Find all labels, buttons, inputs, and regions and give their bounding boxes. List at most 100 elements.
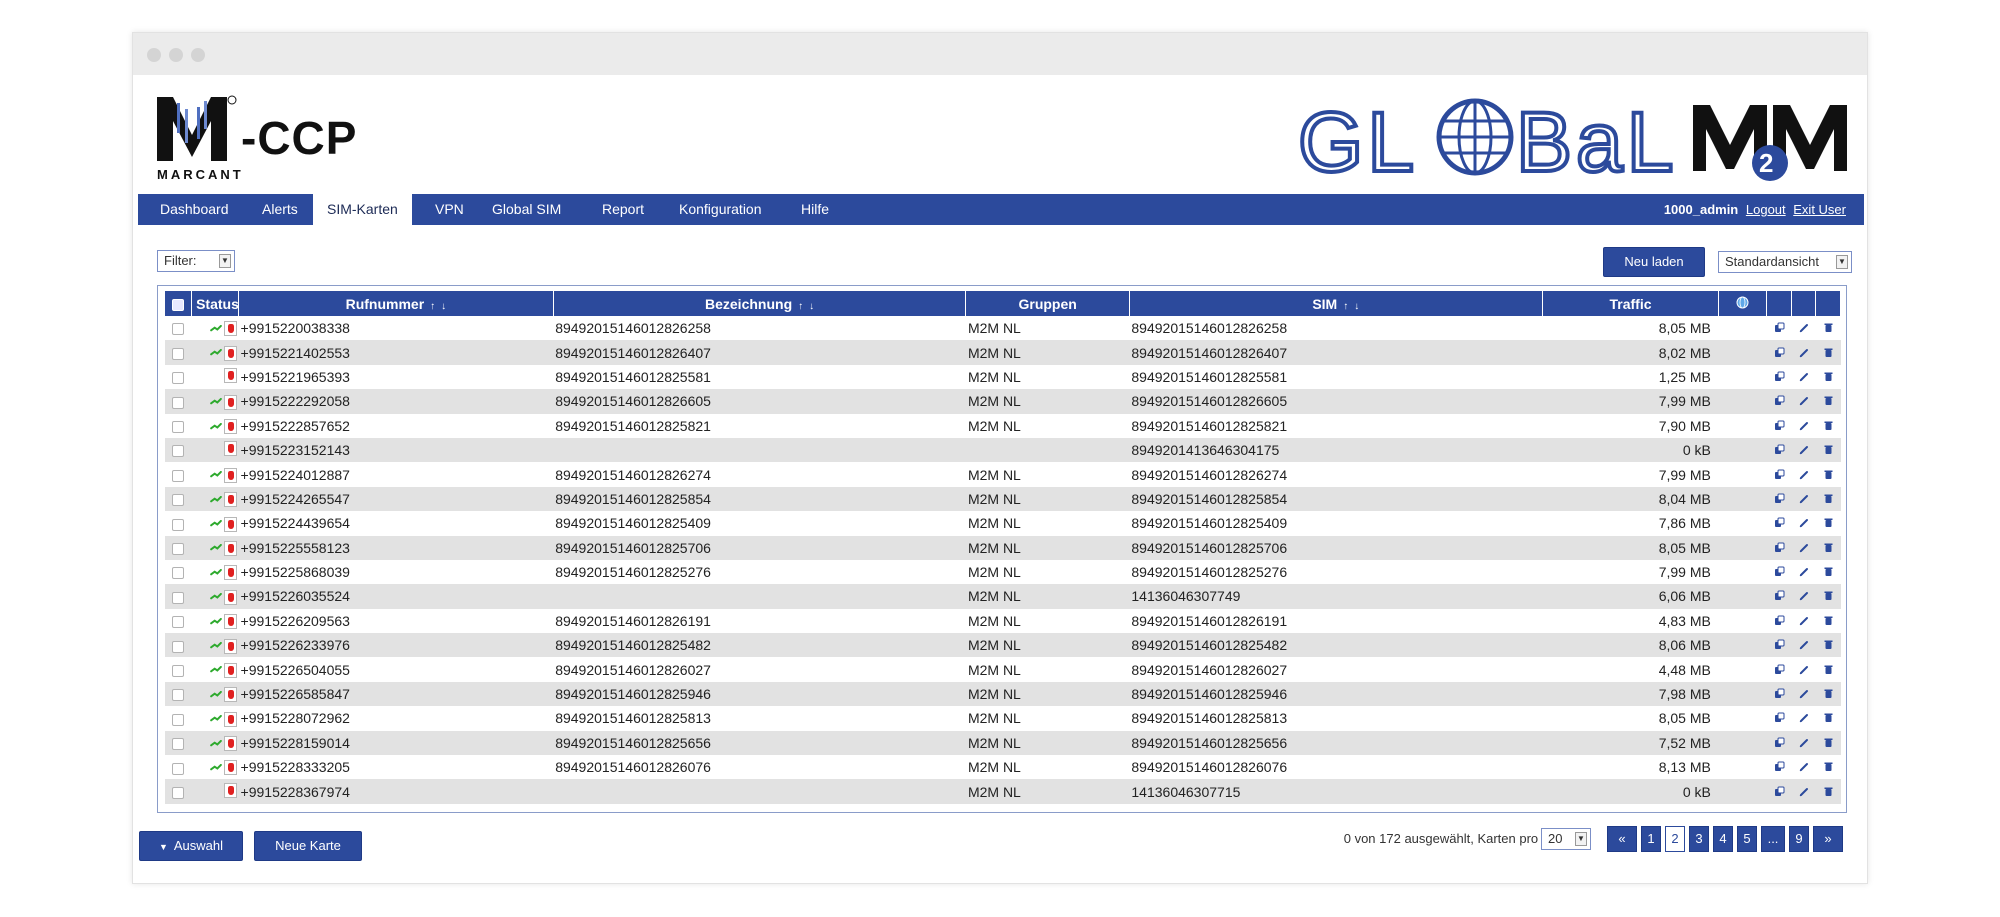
edit-icon[interactable] — [1797, 420, 1811, 434]
edit-icon[interactable] — [1797, 664, 1811, 678]
table-row[interactable]: +9915228159014 89492015146012825656 M2M NL… — [165, 730, 1841, 756]
trash-icon[interactable] — [1822, 469, 1836, 483]
row-checkbox[interactable] — [172, 347, 185, 360]
page-last-button[interactable]: » — [1813, 826, 1843, 852]
row-checkbox[interactable] — [172, 762, 185, 775]
copy-icon[interactable] — [1773, 493, 1787, 507]
edit-icon[interactable] — [1797, 712, 1811, 726]
trash-icon[interactable] — [1822, 420, 1836, 434]
copy-icon[interactable] — [1773, 688, 1787, 702]
column-rufnummer[interactable]: Rufnummer ↑ ↓ — [238, 291, 554, 316]
trash-icon[interactable] — [1822, 688, 1836, 702]
trash-icon[interactable] — [1822, 322, 1836, 336]
trash-icon[interactable] — [1822, 590, 1836, 604]
trash-icon[interactable] — [1822, 517, 1836, 531]
copy-icon[interactable] — [1773, 420, 1787, 434]
copy-icon[interactable] — [1773, 786, 1787, 800]
page-ellipsis[interactable]: ... — [1761, 826, 1785, 852]
copy-icon[interactable] — [1773, 664, 1787, 678]
table-row[interactable]: +9915226035524 M2M NL 14136046307749 6,06 M… — [165, 584, 1841, 609]
row-checkbox[interactable] — [172, 713, 185, 726]
edit-icon[interactable] — [1797, 444, 1811, 458]
copy-icon[interactable] — [1773, 517, 1787, 531]
table-row[interactable]: +9915226585847 89492015146012825946 M2M NL… — [165, 681, 1841, 707]
nav-sim-karten[interactable]: SIM-Karten — [313, 194, 412, 226]
trash-icon[interactable] — [1822, 639, 1836, 653]
page-9-button[interactable]: 9 — [1789, 826, 1809, 852]
edit-icon[interactable] — [1797, 737, 1811, 751]
table-row[interactable]: +9915220038338 89492015146012826258 M2M NL… — [165, 316, 1841, 340]
row-checkbox[interactable] — [172, 591, 185, 604]
row-checkbox[interactable] — [172, 494, 185, 507]
auswahl-button[interactable]: ▼ Auswahl — [139, 831, 243, 861]
copy-icon[interactable] — [1773, 395, 1787, 409]
trash-icon[interactable] — [1822, 737, 1836, 751]
column-sim[interactable]: SIM ↑ ↓ — [1129, 291, 1543, 316]
column-status[interactable]: Status — [191, 291, 240, 316]
copy-icon[interactable] — [1773, 639, 1787, 653]
page-4-button[interactable]: 4 — [1713, 826, 1733, 852]
row-checkbox[interactable] — [172, 396, 185, 409]
table-row[interactable]: +9915228333205 89492015146012826076 M2M NL… — [165, 755, 1841, 779]
page-1-button[interactable]: 1 — [1641, 826, 1661, 852]
table-row[interactable]: +9915225558123 89492015146012825706 M2M NL… — [165, 535, 1841, 560]
edit-icon[interactable] — [1797, 322, 1811, 336]
table-row[interactable]: +9915225868039 89492015146012825276 M2M NL… — [165, 560, 1841, 584]
edit-icon[interactable] — [1797, 347, 1811, 361]
nav-hilfe[interactable]: Hilfe — [787, 194, 843, 225]
sort-desc-icon[interactable]: ↓ — [1354, 301, 1359, 312]
exit-user-link[interactable]: Exit User — [1793, 202, 1846, 217]
trash-icon[interactable] — [1822, 493, 1836, 507]
trash-icon[interactable] — [1822, 444, 1836, 458]
row-checkbox[interactable] — [172, 469, 185, 482]
edit-icon[interactable] — [1797, 371, 1811, 385]
edit-icon[interactable] — [1797, 688, 1811, 702]
copy-icon[interactable] — [1773, 615, 1787, 629]
sort-desc-icon[interactable]: ↓ — [441, 301, 446, 312]
table-row[interactable]: +9915226233976 89492015146012825482 M2M NL… — [165, 633, 1841, 658]
nav-dashboard[interactable]: Dashboard — [146, 194, 243, 225]
column-traffic[interactable]: Traffic — [1542, 291, 1720, 316]
window-dot-minimize[interactable] — [169, 48, 183, 62]
table-row[interactable]: +9915224265547 89492015146012825854 M2M NL… — [165, 486, 1841, 512]
copy-icon[interactable] — [1773, 566, 1787, 580]
table-row[interactable]: +9915222857652 89492015146012825821 M2M NL… — [165, 414, 1841, 438]
sort-desc-icon[interactable]: ↓ — [809, 301, 814, 312]
trash-icon[interactable] — [1822, 347, 1836, 361]
column-gruppen[interactable]: Gruppen — [965, 291, 1130, 316]
table-row[interactable]: +9915224439654 89492015146012825409 M2M NL… — [165, 511, 1841, 535]
edit-icon[interactable] — [1797, 590, 1811, 604]
row-checkbox[interactable] — [172, 640, 185, 653]
edit-icon[interactable] — [1797, 493, 1811, 507]
copy-icon[interactable] — [1773, 761, 1787, 775]
trash-icon[interactable] — [1822, 712, 1836, 726]
row-checkbox[interactable] — [172, 323, 185, 336]
row-checkbox[interactable] — [172, 786, 185, 799]
edit-icon[interactable] — [1797, 566, 1811, 580]
copy-icon[interactable] — [1773, 737, 1787, 751]
trash-icon[interactable] — [1822, 664, 1836, 678]
page-2-button[interactable]: 2 — [1665, 826, 1685, 852]
row-checkbox[interactable] — [172, 689, 185, 702]
copy-icon[interactable] — [1773, 347, 1787, 361]
edit-icon[interactable] — [1797, 615, 1811, 629]
trash-icon[interactable] — [1822, 566, 1836, 580]
row-checkbox[interactable] — [172, 543, 185, 555]
table-row[interactable]: +9915224012887 89492015146012826274 M2M NL… — [165, 462, 1841, 486]
row-checkbox[interactable] — [172, 664, 185, 677]
page-first-button[interactable]: « — [1607, 826, 1637, 852]
table-row[interactable]: +9915221965393 89492015146012825581 M2M NL… — [165, 365, 1841, 389]
sort-asc-icon[interactable]: ↑ — [798, 301, 803, 312]
filter-select[interactable]: Filter: ▼ — [157, 250, 235, 272]
row-checkbox[interactable] — [172, 616, 185, 629]
copy-icon[interactable] — [1773, 590, 1787, 604]
edit-icon[interactable] — [1797, 469, 1811, 483]
copy-icon[interactable] — [1773, 444, 1787, 458]
window-dot-maximize[interactable] — [191, 48, 205, 62]
page-5-button[interactable]: 5 — [1737, 826, 1757, 852]
copy-icon[interactable] — [1773, 469, 1787, 483]
row-checkbox[interactable] — [172, 445, 185, 458]
table-row[interactable]: +9915228367974 M2M NL 14136046307715 0 kB — [165, 779, 1841, 804]
copy-icon[interactable] — [1773, 371, 1787, 385]
row-checkbox[interactable] — [172, 421, 185, 434]
